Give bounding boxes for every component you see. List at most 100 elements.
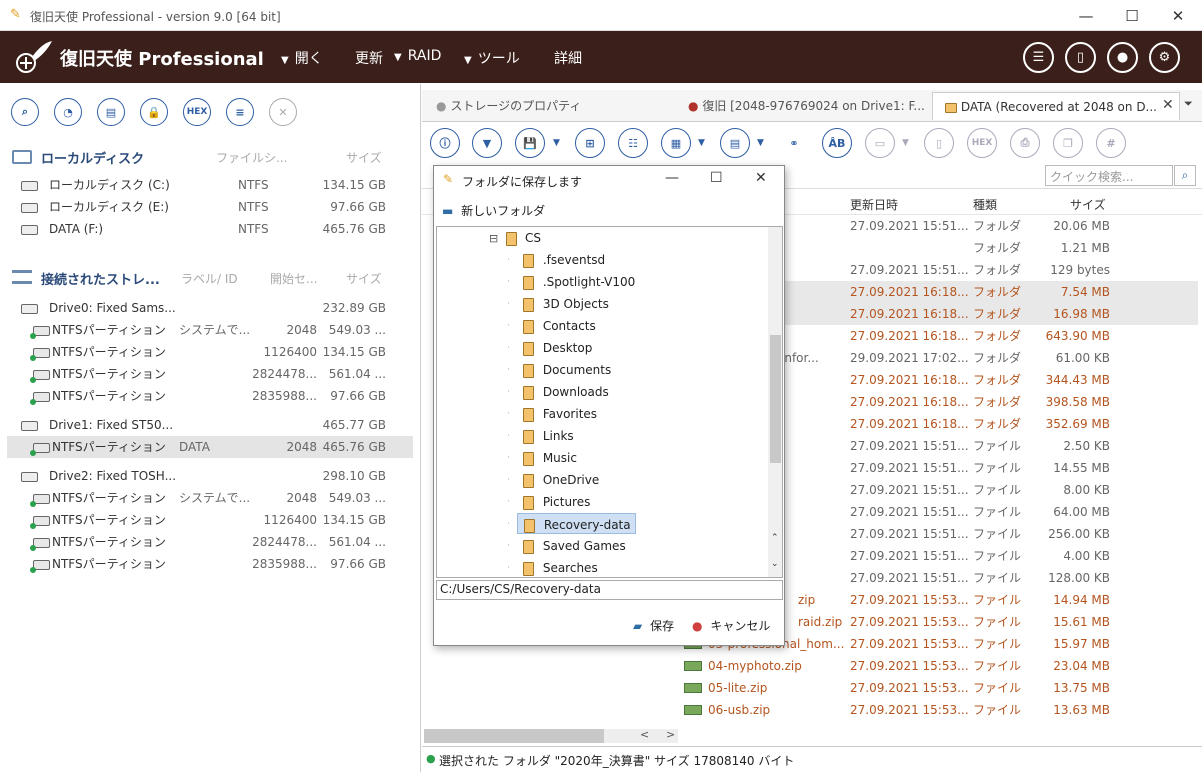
filter-icon[interactable]: ▼ <box>472 128 502 158</box>
tree-folder-item[interactable]: · Favorites <box>507 403 767 425</box>
log-icon[interactable]: ☰ <box>1023 42 1054 73</box>
preview-icon[interactable]: ▭ <box>865 128 895 158</box>
drive-row[interactable]: Drive0: Fixed Sams... 232.89 GB <box>7 297 413 319</box>
lock-icon[interactable]: 🔒 <box>140 98 168 126</box>
col-modified[interactable]: 更新日時 <box>850 196 898 213</box>
save-selected-icon[interactable]: ⊞ <box>575 128 605 158</box>
partition-row[interactable]: NTFSパーティション 2824478... 561.04 ... <box>7 363 413 385</box>
tree-folder-item[interactable]: · Music <box>507 447 767 469</box>
local-disk-row[interactable]: ローカルディスク (E:) NTFS 97.66 GB <box>0 196 420 218</box>
save-dropdown-icon[interactable]: ▼ <box>553 138 560 148</box>
tree-folder-item[interactable]: · .Spotlight-V100 <box>507 271 767 293</box>
dialog-close-button[interactable]: ✕ <box>755 170 767 186</box>
tree-folder-item[interactable]: · Saved Games <box>507 535 767 557</box>
tree-scroll-thumb[interactable] <box>770 335 781 463</box>
file-row[interactable]: 05-lite.zip 27.09.2021 15:53... ファイル 13.… <box>680 677 1198 699</box>
partition-row[interactable]: NTFSパーティション システムで... 2048 549.03 ... <box>7 319 413 341</box>
view-dropdown-icon[interactable]: ▼ <box>698 138 705 148</box>
collapse-icon[interactable]: ⊟ <box>489 232 498 245</box>
image-icon[interactable]: ▤ <box>97 98 125 126</box>
tab-data-recovered[interactable]: DATA (Recovered at 2048 on D... <box>932 92 1180 120</box>
tab-menu-icon[interactable]: ⏷ <box>1184 97 1193 111</box>
hex-icon[interactable]: HEX <box>183 98 211 126</box>
rename-icon[interactable]: ÂB <box>822 128 852 158</box>
partition-row[interactable]: NTFSパーティション DATA 2048 465.76 GB <box>7 436 413 458</box>
menu-tools[interactable]: ▼ ツール <box>464 48 520 68</box>
tree-folder-item[interactable]: · Pictures <box>507 491 767 513</box>
layout-icon[interactable]: ▤ <box>720 128 750 158</box>
partition-row[interactable]: NTFSパーティション 1126400 134.15 GB <box>7 509 413 531</box>
tree-folder-item[interactable]: · Desktop <box>507 337 767 359</box>
partition-row[interactable]: NTFSパーティション システムで... 2048 549.03 ... <box>7 487 413 509</box>
tree-folder-item[interactable]: · Downloads <box>507 381 767 403</box>
scan-icon[interactable]: ◔ <box>54 98 82 126</box>
hex-view-icon[interactable]: HEX <box>967 128 997 158</box>
info-icon[interactable]: ⓘ <box>430 128 460 158</box>
scroll-up-icon[interactable]: ⌃ <box>771 533 779 543</box>
drive-row[interactable]: Drive2: Fixed TOSH... 298.10 GB <box>7 465 413 487</box>
path-input[interactable]: C:/Users/CS/Recovery-data <box>436 580 783 600</box>
hash-icon[interactable]: # <box>1096 128 1126 158</box>
binoculars-icon[interactable]: ⚭ <box>779 128 809 158</box>
save-button[interactable]: ▰ 保存 <box>633 617 674 634</box>
new-folder-button[interactable]: ▬ 新しいフォルダ <box>442 202 545 219</box>
maximize-button[interactable]: ☐ <box>1109 0 1155 31</box>
scroll-right-icon[interactable]: > <box>666 728 675 741</box>
tree-folder-item[interactable]: · .fseventsd <box>507 249 767 271</box>
col-type[interactable]: 種類 <box>973 196 997 213</box>
scroll-left-icon[interactable]: < <box>640 728 649 741</box>
tree-folder-item[interactable]: · OneDrive <box>507 469 767 491</box>
copy-icon[interactable]: ❐ <box>1053 128 1083 158</box>
search-button-icon[interactable]: ⌕ <box>1174 165 1196 186</box>
print-icon[interactable]: ⎙ <box>1010 128 1040 158</box>
partition-row[interactable]: NTFSパーティション 2835988... 97.66 GB <box>7 385 413 407</box>
tree-folder-item[interactable]: · Documents <box>507 359 767 381</box>
local-disk-row[interactable]: DATA (F:) NTFS 465.76 GB <box>0 218 420 240</box>
checklist-icon[interactable]: ☷ <box>618 128 648 158</box>
user-icon[interactable]: ● <box>1107 42 1138 73</box>
tree-folder-item[interactable]: · Links <box>507 425 767 447</box>
tree-scrollbar[interactable]: ⌃ ⌄ <box>768 227 782 577</box>
quick-search-input[interactable]: クイック検索... <box>1045 165 1173 186</box>
minimize-button[interactable]: — <box>1063 0 1109 31</box>
save-icon[interactable]: 💾 <box>515 128 545 158</box>
dialog-minimize-button[interactable]: — <box>665 170 679 186</box>
doc-icon[interactable]: ▯ <box>924 128 954 158</box>
view-icon[interactable]: ▦ <box>661 128 691 158</box>
folder-tree[interactable]: ⊟ CS · .fseventsd · .Spotlight-V100 · 3D… <box>436 226 783 578</box>
tab-close-icon[interactable]: ✕ <box>1162 97 1174 113</box>
cancel-button[interactable]: ● キャンセル <box>692 617 770 634</box>
partition-row[interactable]: NTFSパーティション 2824478... 561.04 ... <box>7 531 413 553</box>
menu-open[interactable]: ▼ 開く <box>281 48 323 68</box>
search-icon[interactable]: ⌕ <box>11 98 39 126</box>
folder-name: .fseventsd <box>542 253 606 267</box>
partition-row[interactable]: NTFSパーティション 1126400 134.15 GB <box>7 341 413 363</box>
scroll-down-icon[interactable]: ⌄ <box>771 559 779 569</box>
close-icon[interactable]: ✕ <box>269 98 297 126</box>
tree-folder-item[interactable]: · Recovery-data <box>507 513 767 535</box>
tree-folder-item[interactable]: · Contacts <box>507 315 767 337</box>
menu-raid[interactable]: ▼ RAID <box>394 48 441 64</box>
menu-refresh[interactable]: 更新 <box>349 48 383 68</box>
tree-folder-item[interactable]: · 3D Objects <box>507 293 767 315</box>
tree-root-cs[interactable]: ⊟ CS <box>489 227 541 249</box>
gear-icon[interactable]: ⚙ <box>1149 42 1180 73</box>
tab-storage-properties[interactable]: ● ストレージのプロパティ <box>424 92 674 120</box>
partition-size: 561.04 ... <box>328 367 386 381</box>
panel-icon[interactable]: ▯ <box>1065 42 1096 73</box>
local-disk-row[interactable]: ローカルディスク (C:) NTFS 134.15 GB <box>0 174 420 196</box>
dialog-maximize-button[interactable]: ☐ <box>710 170 723 186</box>
list-icon[interactable]: ≡ <box>226 98 254 126</box>
tree-folder-item[interactable]: · Searches <box>507 557 767 577</box>
close-button[interactable]: ✕ <box>1155 0 1201 31</box>
layout-dropdown-icon[interactable]: ▼ <box>757 138 764 148</box>
col-size-grid[interactable]: サイズ <box>1070 196 1106 213</box>
file-size: 14.55 MB <box>1053 461 1110 475</box>
tab-recovery[interactable]: ● 復旧 [2048-976769024 on Drive1: F... <box>676 92 930 120</box>
file-row[interactable]: 06-usb.zip 27.09.2021 15:53... ファイル 13.6… <box>680 699 1198 721</box>
partition-row[interactable]: NTFSパーティション 2835988... 97.66 GB <box>7 553 413 575</box>
file-row[interactable]: 04-myphoto.zip 27.09.2021 15:53... ファイル … <box>680 655 1198 677</box>
menu-details[interactable]: 詳細 <box>548 48 582 68</box>
drive-row[interactable]: Drive1: Fixed ST50... 465.77 GB <box>7 414 413 436</box>
preview-dropdown-icon[interactable]: ▼ <box>902 138 909 148</box>
